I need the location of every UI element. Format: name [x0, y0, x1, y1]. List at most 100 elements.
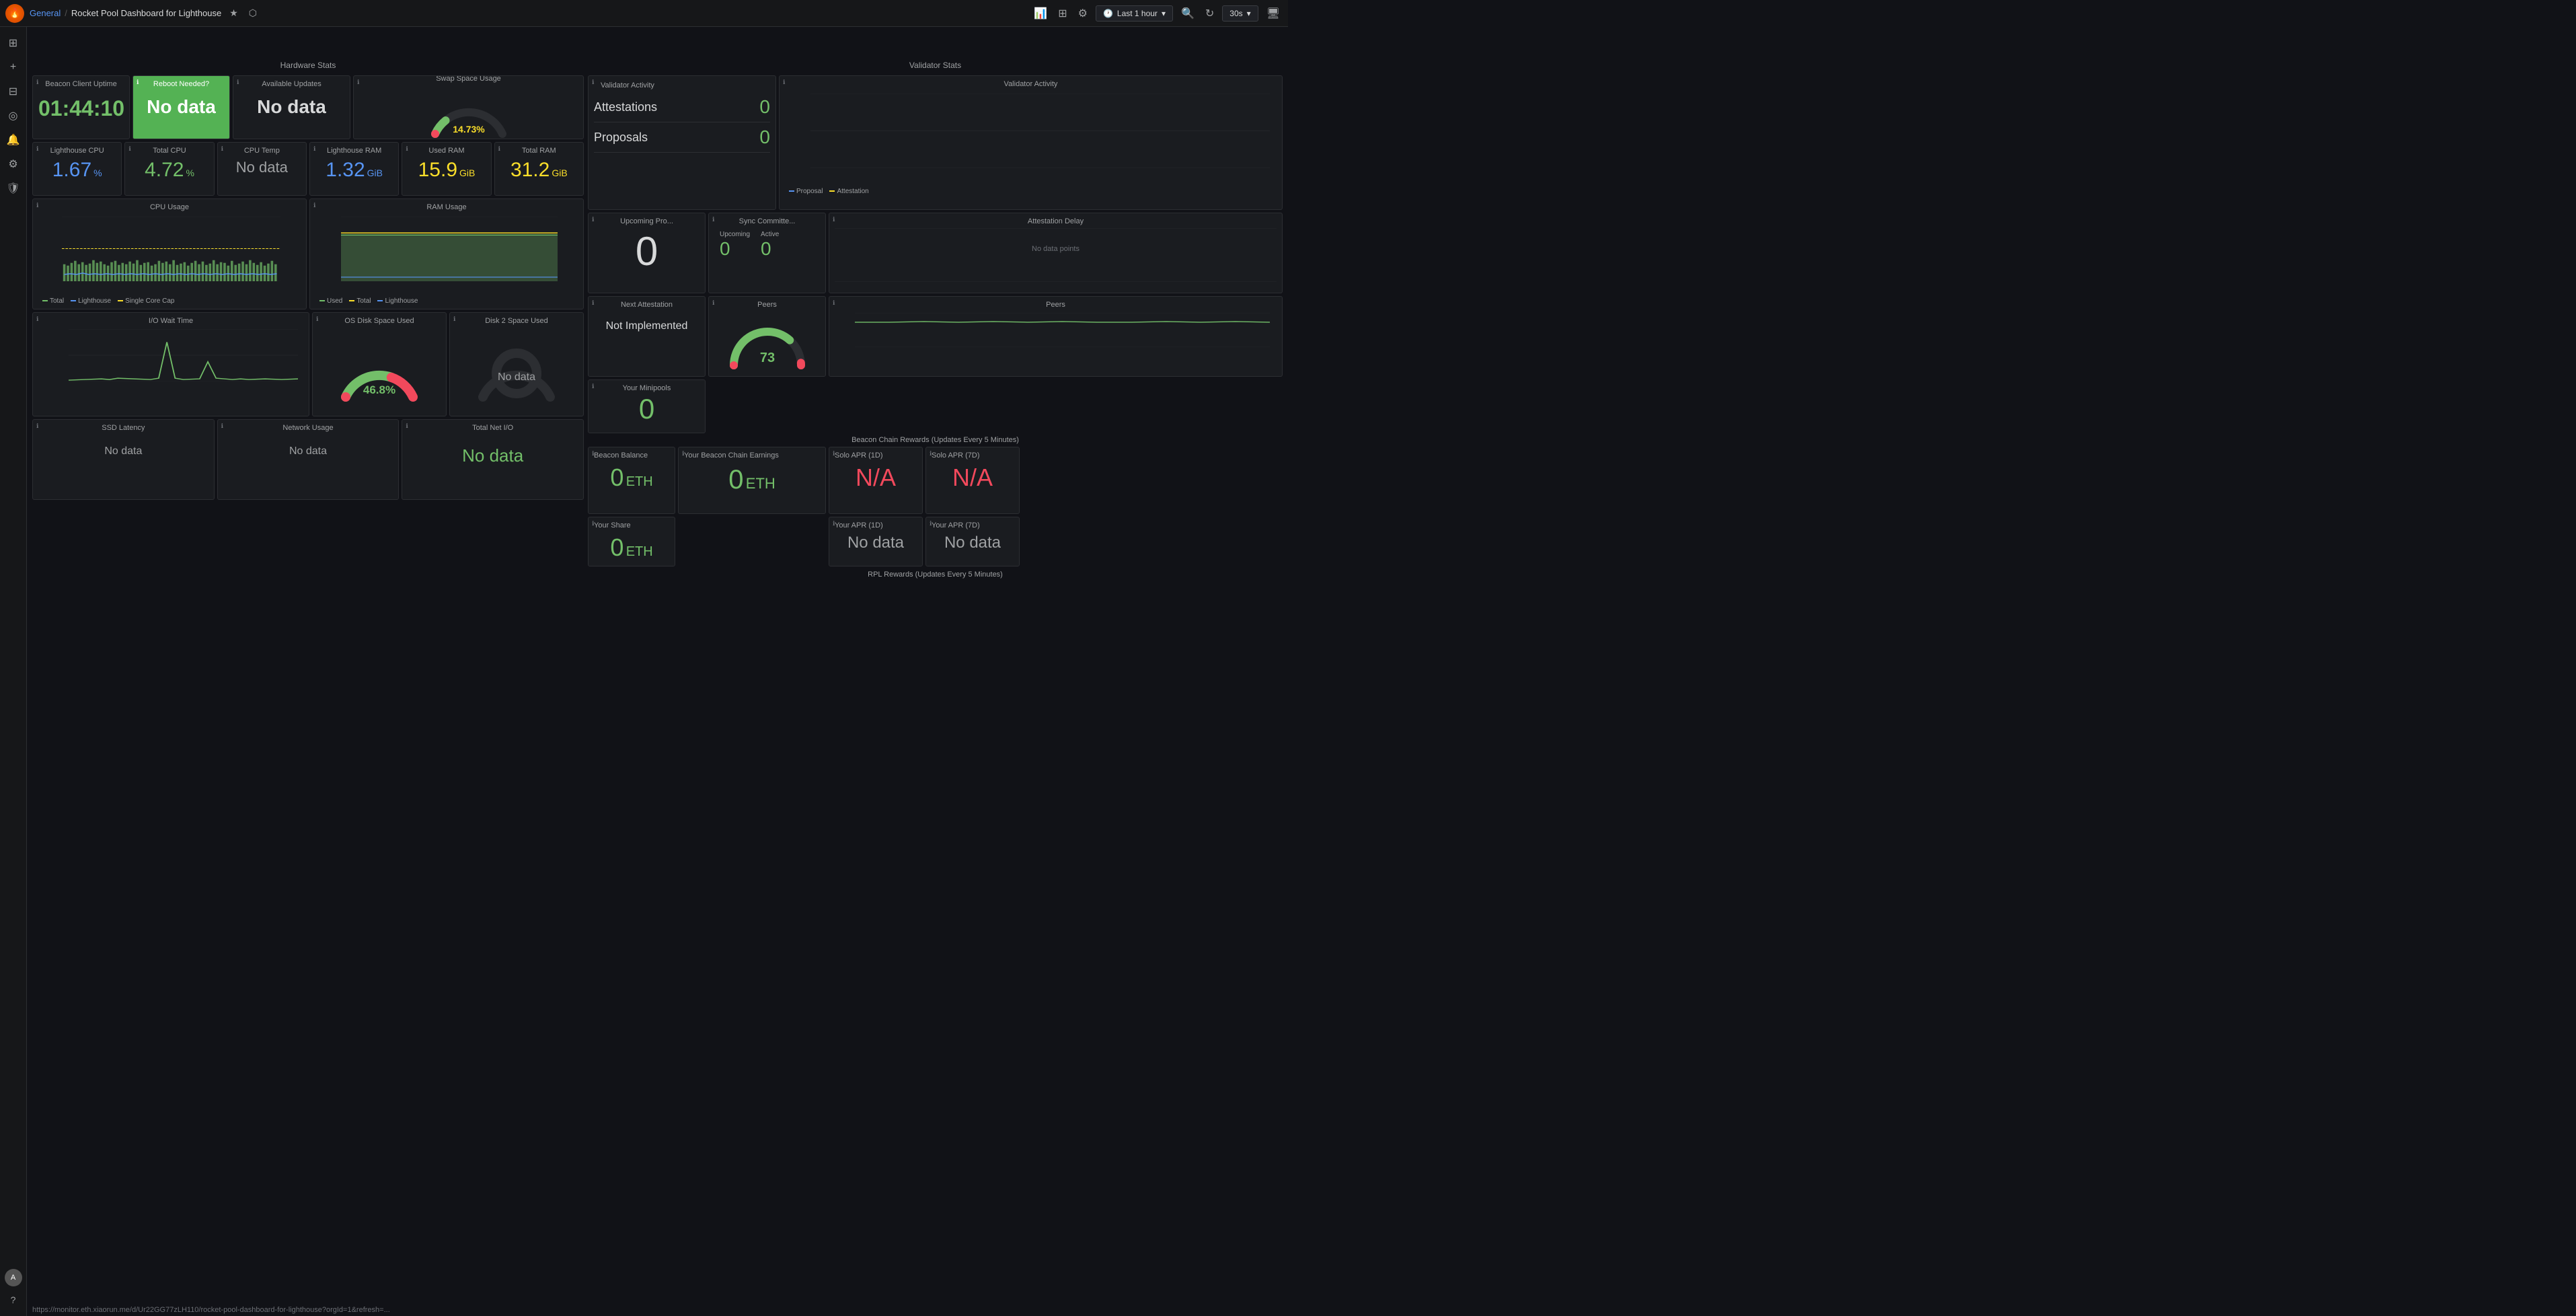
validator-stats-panel: Validator Stats ℹ Validator Activity Att… — [588, 59, 1283, 581]
beacon-balance-unit: ETH — [626, 474, 653, 489]
hardware-row4: ℹ I/O Wait Time 40 ms 20 ms 0 s 17:20 17… — [32, 312, 584, 416]
total-cpu-title: Total CPU — [130, 147, 208, 155]
refresh-label: 30s — [1229, 9, 1242, 18]
disk2-card: ℹ Disk 2 Space Used No data — [449, 312, 584, 416]
lighthouse-ram-card: ℹ Lighthouse RAM 1.32 GiB — [309, 142, 399, 196]
peers-chart-title: Peers — [835, 301, 1277, 309]
your-share-value: 0 — [610, 534, 623, 561]
rpl-rewards-header: RPL Rewards (Updates Every 5 Minutes) — [588, 571, 1283, 579]
star-icon[interactable]: ★ — [227, 6, 241, 20]
minipools-card: ℹ Your Minipools 0 — [588, 379, 706, 433]
info-icon-yapr7d: ℹ — [930, 520, 932, 527]
your-apr-7d-card: ℹ Your APR (7D) No data — [925, 517, 1020, 566]
peers-chart-card: ℹ Peers 50 0 17:20 17:30 17:40 17:50 — [829, 296, 1283, 377]
legend-lighthouse-ram: Lighthouse — [385, 297, 418, 305]
info-icon-lram: ℹ — [313, 145, 315, 153]
info-icon-reboot: ℹ — [137, 79, 139, 86]
info-icon-swap: ℹ — [357, 79, 359, 86]
legend-proposal: Proposal — [796, 188, 823, 195]
os-disk-title: OS Disk Space Used — [344, 317, 414, 325]
graph-icon[interactable]: 📊 — [1031, 4, 1050, 23]
your-share-title: Your Share — [594, 521, 669, 529]
solo-apr-7d-value: N/A — [932, 464, 1014, 492]
sidebar-item-new[interactable]: + — [3, 57, 24, 78]
app-logo[interactable]: 🔥 — [5, 4, 24, 23]
ram-chart-card: ℹ RAM Usage 20 GB 0 B — [309, 198, 584, 309]
solo-apr-1d-value: N/A — [835, 464, 917, 492]
swap-title: Swap Space Usage — [436, 75, 501, 83]
cpu-chart-card: ℹ CPU Usage 20 10 0 — [32, 198, 307, 309]
info-icon: ℹ — [36, 79, 38, 86]
att-delay-svg: 17:15 17:30 17:45 18:00 — [835, 228, 1277, 282]
sidebar-item-alerts[interactable]: 🔔 — [3, 129, 24, 151]
os-disk-gauge-svg: 46.8% — [336, 333, 423, 407]
lighthouse-cpu-card: ℹ Lighthouse CPU 1.67 % — [32, 142, 122, 196]
beacon-balance-value: 0 — [610, 464, 623, 491]
share-icon[interactable]: ⬡ — [246, 6, 260, 20]
sidebar-item-help[interactable]: ? — [3, 1289, 24, 1311]
legend-used: Used — [327, 297, 342, 305]
info-icon-bearnings: ℹ — [682, 450, 684, 458]
validator-activity-chart-title: Validator Activity — [785, 80, 1277, 88]
info-icon-tram: ℹ — [498, 145, 500, 153]
swap-gauge-svg: 14.73% — [425, 87, 513, 140]
sidebar-item-dashboards[interactable]: ⊟ — [3, 81, 24, 102]
beacon-rewards-row2: ℹ Your Share 0 ETH ℹ Your APR (1D) No da… — [588, 517, 1283, 566]
sidebar-item-menu[interactable]: ⊞ — [3, 32, 24, 54]
total-cpu-unit: % — [186, 168, 194, 178]
solo-apr-7d-title: Solo APR (7D) — [932, 451, 1014, 460]
dashboard-icon[interactable]: ⊞ — [1055, 4, 1069, 23]
hardware-row1: ℹ Beacon Client Uptime 01:44:10 ℹ Reboot… — [32, 75, 584, 139]
ram-chart-legend: Used Total Lighthouse — [315, 295, 578, 307]
attestations-row: Attestations 0 — [594, 92, 770, 122]
proposals-row: Proposals 0 — [594, 122, 770, 153]
proposals-label: Proposals — [594, 131, 648, 145]
info-icon-yapr1d: ℹ — [833, 520, 835, 527]
cpu-temp-value: No data — [236, 159, 288, 176]
url-text: https://monitor.eth.xiaorun.me/d/Ur22GG7… — [32, 1306, 390, 1314]
legend-total-ram: Total — [356, 297, 371, 305]
total-ram-title: Total RAM — [500, 147, 578, 155]
tv-icon[interactable]: 🖥 — [1264, 4, 1283, 23]
sidebar-item-settings[interactable]: ⚙ — [3, 153, 24, 175]
validator-activity-chart-card: ℹ Validator Activity 100.0 50.0 0 17:20 … — [779, 75, 1283, 210]
ram-chart-svg: 20 GB 0 B 17:20 17:30 17:40 17:50 — [341, 217, 558, 281]
zoom-out-icon[interactable]: 🔍 — [1178, 4, 1197, 23]
svg-text:73: 73 — [759, 351, 774, 365]
info-icon-bbal: ℹ — [592, 450, 594, 458]
attestation-delay-title: Attestation Delay — [835, 217, 1277, 225]
upcoming-label: Upcoming — [720, 231, 750, 238]
total-ram-value: 31.2 — [510, 159, 550, 182]
breadcrumb: General / Rocket Pool Dashboard for Ligh… — [30, 8, 221, 18]
info-icon-ctemp: ℹ — [221, 145, 223, 153]
cpu-chart-svg: 20 10 0 — [62, 217, 280, 281]
nav-home[interactable]: General — [30, 8, 61, 18]
refresh-icon[interactable]: ↻ — [1203, 4, 1217, 23]
settings-icon[interactable]: ⚙ — [1075, 4, 1090, 23]
reboot-value: No data — [139, 96, 224, 118]
info-icon-uram: ℹ — [406, 145, 408, 153]
time-range-label: Last 1 hour — [1117, 9, 1158, 18]
info-icon-disk2: ℹ — [453, 316, 455, 323]
validator-row2: ℹ Upcoming Pro... 0 ℹ Sync Committe... U… — [588, 213, 1283, 293]
legend-attestation: Attestation — [837, 188, 868, 195]
hardware-row5: ℹ SSD Latency No data ℹ Network Usage No… — [32, 419, 584, 500]
sidebar-item-shield[interactable]: 🛡 — [3, 178, 24, 199]
updates-card: ℹ Available Updates No data — [233, 75, 350, 139]
total-cpu-value: 4.72 — [145, 159, 184, 182]
info-icon-apr7d: ℹ — [930, 450, 932, 458]
refresh-interval-picker[interactable]: 30s ▾ — [1222, 5, 1258, 22]
refresh-chevron: ▾ — [1247, 9, 1251, 18]
avatar[interactable]: A — [5, 1269, 22, 1286]
info-icon-upcoming: ℹ — [592, 216, 594, 223]
time-range-picker[interactable]: 🕐 Last 1 hour ▾ — [1096, 5, 1173, 22]
peers-chart-svg: 50 0 17:20 17:30 17:40 17:50 18:00 18:10 — [855, 313, 1270, 347]
sidebar-item-explore[interactable]: ◎ — [3, 105, 24, 126]
peers-gauge-card: ℹ Peers 73 — [708, 296, 826, 377]
footer-url: https://monitor.eth.xiaorun.me/d/Ur22GG7… — [27, 1304, 2576, 1316]
cpu-temp-card: ℹ CPU Temp No data — [217, 142, 307, 196]
validator-row3: ℹ Next Attestation Not Implemented ℹ Pee… — [588, 296, 1283, 377]
attestations-label: Attestations — [594, 100, 657, 114]
ram-chart-title: RAM Usage — [315, 203, 578, 211]
updates-value: No data — [239, 96, 344, 118]
